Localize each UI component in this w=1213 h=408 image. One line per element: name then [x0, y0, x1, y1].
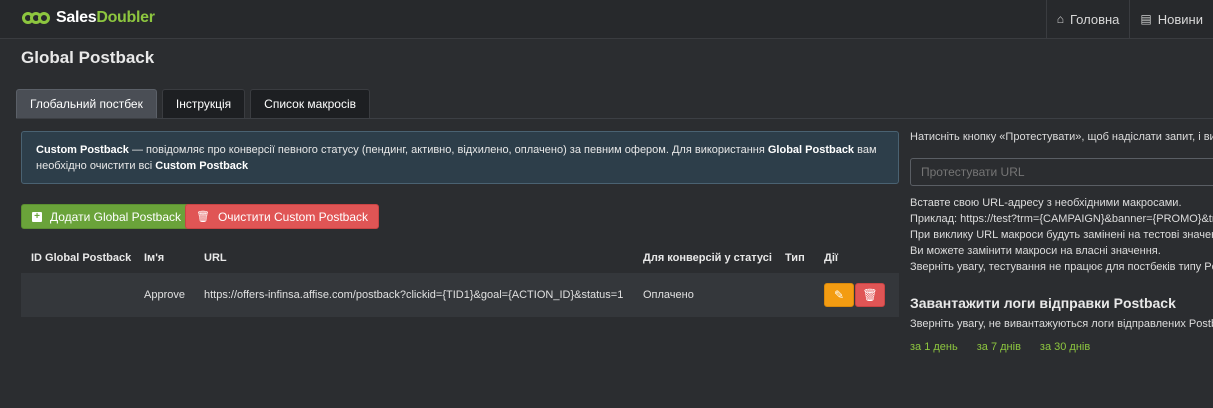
- add-global-postback-button[interactable]: + Додати Global Postback: [21, 204, 192, 229]
- header-actions: Дії: [824, 251, 838, 264]
- brand-logo[interactable]: SalesDoubler: [22, 9, 155, 27]
- help-line: Приклад: https://test?trm={CAMPAIGN}&ban…: [910, 213, 1213, 225]
- table-row: Approve https://offers-infinsa.affise.co…: [21, 273, 899, 317]
- delete-button[interactable]: 🗑: [855, 283, 885, 307]
- logs-note: Зверніть увагу, не вивантажуються логи в…: [910, 318, 1213, 330]
- clear-custom-postback-button[interactable]: 🗑 Очистити Custom Postback: [185, 204, 380, 229]
- test-intro: Натисніть кнопку «Протестувати», щоб над…: [910, 131, 1213, 143]
- help-line: Зверніть увагу, тестування не працює для…: [910, 261, 1213, 273]
- pencil-icon: ✎: [833, 288, 845, 302]
- test-url-input[interactable]: [910, 158, 1213, 186]
- logo-icon: [22, 12, 50, 24]
- header-status: Для конверсій у статусі: [643, 251, 772, 264]
- cell-status: Оплачено: [643, 289, 694, 301]
- tab-bar: Глобальний постбек Інструкція Список мак…: [16, 89, 375, 119]
- log-link-7-days[interactable]: за 7 днів: [977, 341, 1021, 353]
- logs-title: Завантажити логи відправки Postback: [910, 295, 1176, 311]
- cell-name: Approve: [144, 289, 185, 301]
- log-links: за 1 день за 7 днів за 30 днів: [910, 341, 1109, 353]
- help-line: При виклику URL макроси будуть замінені …: [910, 229, 1213, 241]
- tab-instruction[interactable]: Інструкція: [161, 89, 246, 119]
- table-header: ID Global Postback Ім'я URL Для конверсі…: [21, 242, 899, 273]
- tab-macros-list[interactable]: Список макросів: [250, 89, 370, 119]
- header-url: URL: [204, 251, 227, 264]
- help-line: Вставте свою URL-адресу з необхідними ма…: [910, 197, 1182, 209]
- plus-square-icon: +: [32, 211, 42, 222]
- info-alert: Custom Postback — повідомляє про конверс…: [21, 131, 899, 184]
- edit-button[interactable]: ✎: [824, 283, 854, 307]
- cell-url: https://offers-infinsa.affise.com/postba…: [204, 289, 624, 301]
- header-id: ID Global Postback: [31, 251, 132, 264]
- trash-icon: 🗑: [862, 288, 878, 302]
- test-panel: Натисніть кнопку «Протестувати», щоб над…: [910, 0, 1213, 408]
- postback-table: ID Global Postback Ім'я URL Для конверсі…: [21, 242, 899, 317]
- log-link-1-day[interactable]: за 1 день: [910, 341, 958, 353]
- header-name: Ім'я: [144, 251, 165, 264]
- trash-icon: 🗑: [196, 211, 210, 223]
- tab-global-postback[interactable]: Глобальний постбек: [16, 89, 157, 119]
- brand-name: SalesDoubler: [56, 9, 155, 26]
- help-line: Ви можете замінити макроси на власні зна…: [910, 245, 1161, 257]
- header-type: Тип: [785, 251, 805, 264]
- page-title: Global Postback: [21, 48, 155, 67]
- log-link-30-days[interactable]: за 30 днів: [1040, 341, 1090, 353]
